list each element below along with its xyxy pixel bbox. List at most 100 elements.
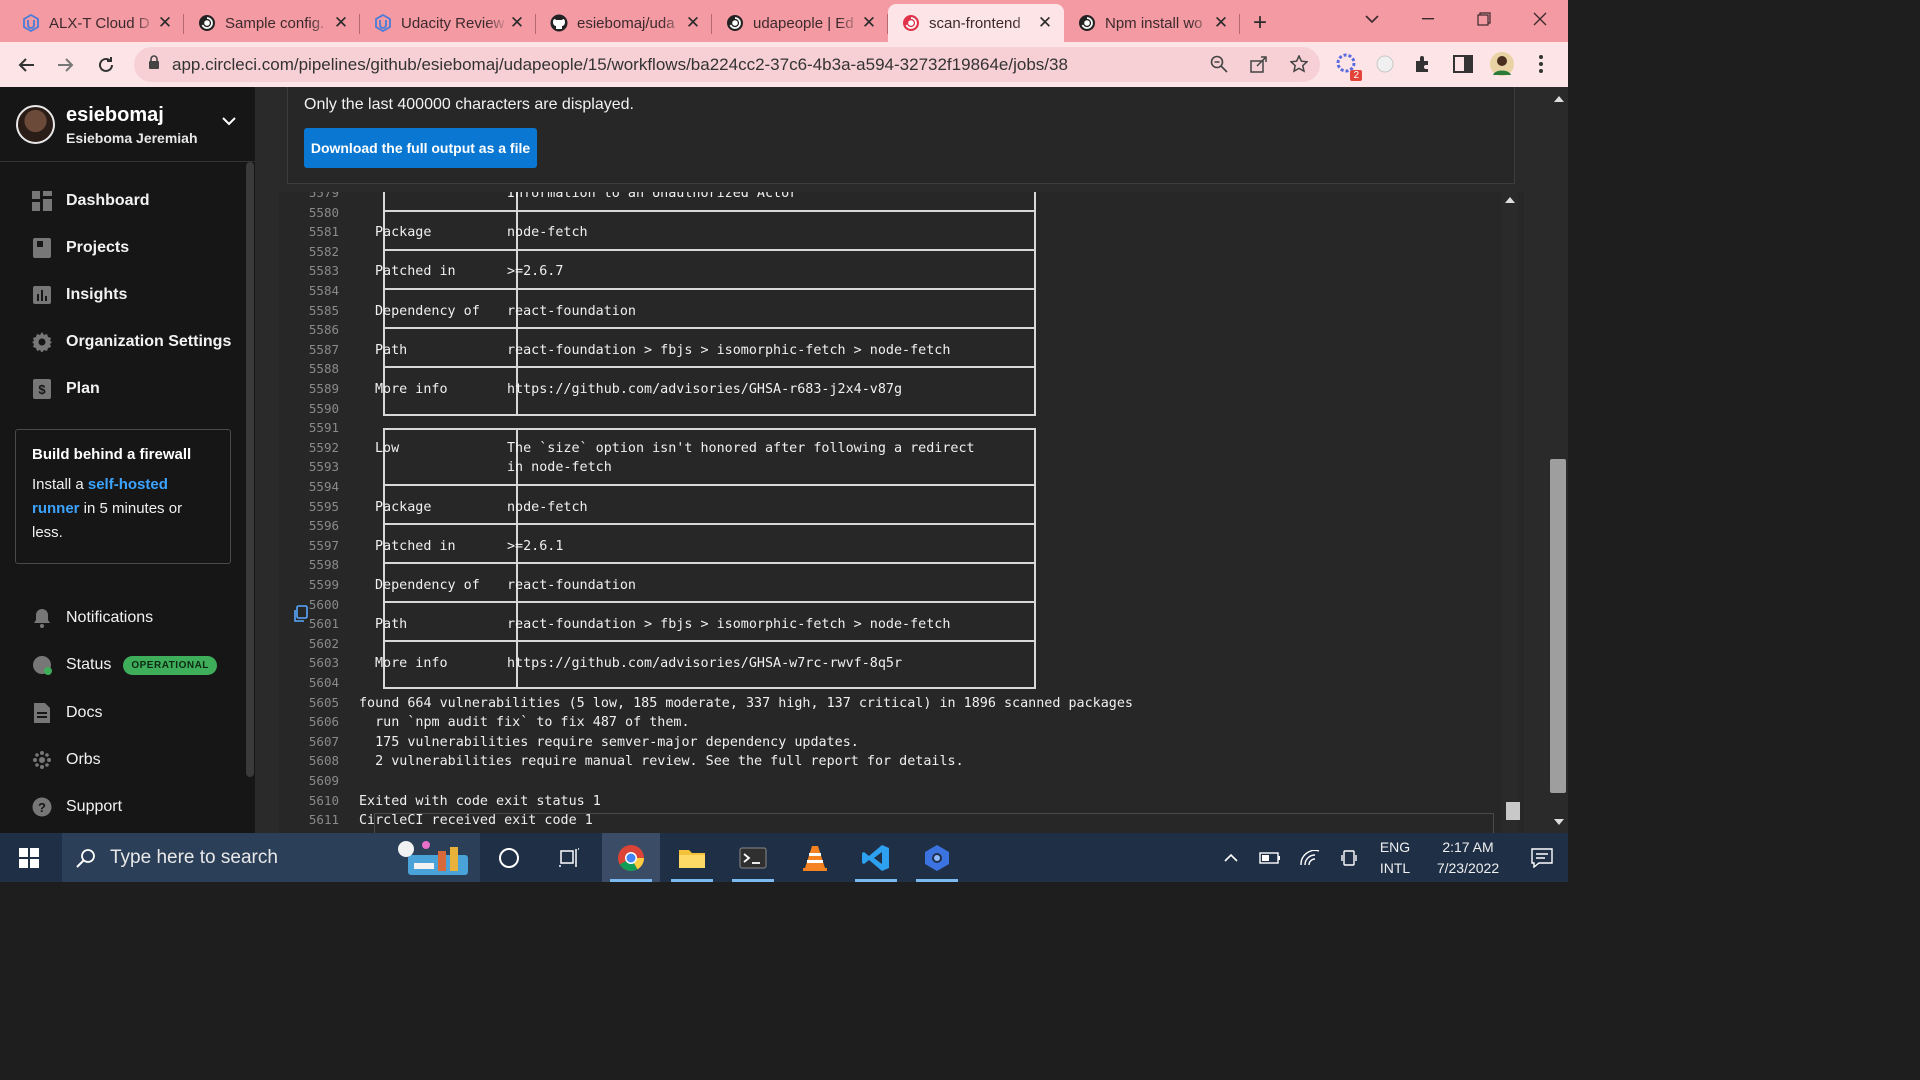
- browser-tab[interactable]: Npm install wo ✕: [1064, 4, 1240, 42]
- back-button[interactable]: [6, 45, 46, 85]
- browser-toolbar: app.circleci.com/pipelines/github/esiebo…: [0, 42, 1568, 87]
- org-switcher[interactable]: esiebomaj Esieboma Jeremiah: [0, 87, 255, 162]
- speaker-icon[interactable]: [1330, 849, 1370, 867]
- audit-field-value: Information to an Unauthorized Actor: [507, 192, 798, 201]
- final-line-highlight: [374, 813, 1494, 833]
- vlc-icon[interactable]: [786, 833, 844, 882]
- close-tab-icon[interactable]: ✕: [860, 13, 878, 33]
- sidebar-item-support[interactable]: ? Support: [32, 792, 122, 822]
- close-tab-icon[interactable]: ✕: [684, 13, 702, 33]
- audit-field-label: Path: [375, 342, 408, 358]
- audit-field-label: More info: [375, 382, 448, 397]
- side-panel-icon[interactable]: [1450, 51, 1476, 77]
- sidebar-item-organization-settings[interactable]: Organization Settings: [32, 327, 231, 357]
- tab-search-icon[interactable]: [1344, 0, 1400, 38]
- restore-button[interactable]: [1456, 0, 1512, 38]
- output-scrollbar[interactable]: [1502, 192, 1520, 833]
- audit-field-value: https://github.com/advisories/GHSA-r683-…: [507, 382, 903, 397]
- dashboard-icon: [32, 191, 52, 211]
- terminal-icon[interactable]: [724, 833, 782, 882]
- output-text: 2 vulnerabilities require manual review.…: [359, 754, 964, 770]
- line-number: 5599: [308, 577, 339, 592]
- close-window-button[interactable]: [1512, 0, 1568, 38]
- browser-tab[interactable]: Udacity Review ✕: [360, 4, 536, 42]
- language-indicator[interactable]: ENG INTL: [1370, 837, 1420, 879]
- zoom-icon[interactable]: [1208, 53, 1230, 75]
- sidebar-scrollbar[interactable]: [246, 162, 254, 777]
- output-line: 5584: [279, 281, 1519, 301]
- extensions-puzzle-icon[interactable]: [1410, 51, 1436, 77]
- line-number: 5587: [308, 341, 339, 357]
- extension-icon[interactable]: [1372, 51, 1398, 77]
- output-scrollbar-thumb[interactable]: [1506, 802, 1520, 820]
- wifi-icon[interactable]: [1290, 849, 1330, 866]
- output-line: 5600: [279, 595, 1519, 615]
- battery-icon[interactable]: [1250, 851, 1290, 864]
- browser-tab[interactable]: Sample config. ✕: [184, 4, 360, 42]
- app-blue-icon[interactable]: [908, 833, 966, 882]
- clock[interactable]: 2:17 AM 7/23/2022: [1420, 837, 1516, 879]
- terminal-output[interactable]: 5579 Information to an Unauthorized Actor…: [279, 192, 1524, 833]
- windows-start-icon[interactable]: [0, 833, 58, 882]
- address-bar[interactable]: app.circleci.com/pipelines/github/esiebo…: [134, 47, 1320, 82]
- bookmark-star-icon[interactable]: [1288, 53, 1310, 75]
- output-line: 5596: [279, 516, 1519, 536]
- browser-tab[interactable]: esiebomaj/uda ✕: [536, 4, 712, 42]
- page-scroll-down-arrow-icon[interactable]: [1554, 819, 1564, 826]
- extension-puzzle-badge-icon[interactable]: 2: [1334, 51, 1362, 81]
- line-number: 5584: [308, 283, 339, 298]
- close-tab-icon[interactable]: ✕: [508, 13, 526, 33]
- scroll-up-arrow-icon[interactable]: [1505, 196, 1515, 203]
- sidebar-item-plan[interactable]: $ Plan: [32, 374, 100, 404]
- browser-tab[interactable]: scan-frontend ✕: [888, 4, 1064, 42]
- chrome-taskbar-icon[interactable]: [602, 833, 660, 882]
- output-text: Exited with code exit status 1: [359, 793, 601, 809]
- new-tab-button[interactable]: +: [1240, 4, 1280, 42]
- sidebar-item-projects[interactable]: Projects: [32, 233, 129, 263]
- taskbar-search-box[interactable]: Type here to search: [62, 833, 480, 882]
- sidebar-item-status[interactable]: Status OPERATIONAL: [32, 650, 217, 680]
- line-number: 5605: [308, 694, 339, 710]
- file-explorer-icon[interactable]: [663, 833, 721, 882]
- keyboard-layout: INTL: [1379, 859, 1411, 876]
- cortana-icon[interactable]: [480, 833, 538, 882]
- close-tab-icon[interactable]: ✕: [332, 13, 350, 33]
- line-number: 5581: [308, 224, 339, 240]
- close-tab-icon[interactable]: ✕: [156, 13, 174, 33]
- forward-button[interactable]: [46, 45, 86, 85]
- truncation-notice: Only the last 400000 characters are disp…: [287, 87, 1515, 184]
- chevron-down-icon[interactable]: [222, 113, 236, 131]
- page-scroll-up-arrow-icon[interactable]: [1554, 95, 1564, 102]
- reload-button[interactable]: [86, 45, 126, 85]
- copy-icon[interactable]: [293, 605, 309, 627]
- browser-tab[interactable]: udapeople | Ed ✕: [712, 4, 888, 42]
- minimize-button[interactable]: [1400, 0, 1456, 38]
- browser-tab-strip: ALX-T Cloud D ✕ Sample config. ✕ Udacity Rev…: [0, 0, 1568, 42]
- audit-field-label: Patched in: [375, 538, 456, 554]
- task-view-icon[interactable]: [540, 833, 598, 882]
- line-number: 5600: [308, 596, 339, 612]
- output-line: 5605 found 664 vulnerabilities (5 low, 18…: [279, 693, 1519, 713]
- notification-center-icon[interactable]: [1516, 847, 1568, 868]
- svg-text:$: $: [38, 382, 46, 397]
- sidebar-item-label: Insights: [66, 286, 128, 303]
- sidebar-item-docs[interactable]: Docs: [32, 698, 102, 728]
- page-scrollbar[interactable]: [1548, 87, 1568, 833]
- show-hidden-icons-chevron-icon[interactable]: [1212, 853, 1250, 862]
- page-scrollbar-thumb[interactable]: [1550, 459, 1566, 793]
- sidebar-item-insights[interactable]: Insights: [32, 280, 127, 310]
- profile-avatar[interactable]: [1489, 51, 1515, 77]
- sidebar-item-orbs[interactable]: Orbs: [32, 745, 101, 775]
- sidebar-item-dashboard[interactable]: Dashboard: [32, 186, 150, 216]
- close-tab-icon[interactable]: ✕: [1212, 13, 1230, 33]
- share-icon[interactable]: [1248, 53, 1270, 75]
- browser-tab[interactable]: ALX-T Cloud D ✕: [8, 4, 184, 42]
- vscode-icon[interactable]: [847, 833, 905, 882]
- line-number: 5597: [308, 537, 339, 553]
- sidebar-item-notifications[interactable]: Notifications: [32, 603, 153, 633]
- download-output-button[interactable]: Download the full output as a file: [304, 128, 537, 168]
- status-icon: [32, 655, 52, 675]
- close-tab-icon[interactable]: ✕: [1036, 13, 1054, 33]
- browser-menu-icon[interactable]: [1528, 51, 1554, 77]
- clock-date: 7/23/2022: [1436, 859, 1500, 876]
